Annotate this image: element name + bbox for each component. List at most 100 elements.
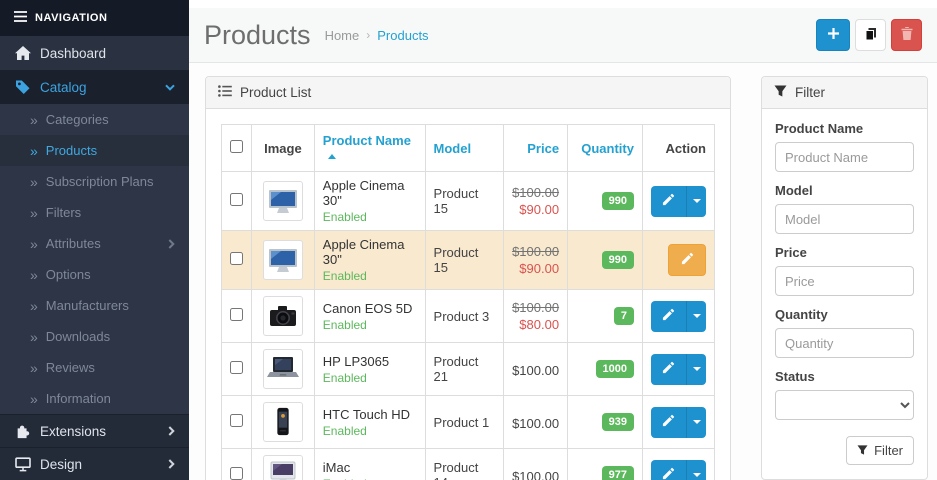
item-icon [14,423,31,439]
edit-button-active[interactable] [668,244,706,276]
product-list-header: Product List [206,77,730,109]
sidebar-subitem[interactable]: Reviews [0,352,189,383]
edit-button[interactable] [651,186,686,217]
item-label: Catalog [40,80,87,95]
pencil-icon [662,193,675,209]
product-price-old: $100.00 [512,185,559,200]
sidebar-subitem[interactable]: Downloads [0,321,189,352]
subitem-label: Filters [46,205,81,220]
breadcrumb-home-link[interactable]: Home [325,28,360,43]
sidebar-subitem[interactable]: Subscription Plans [0,166,189,197]
pencil-icon [662,308,675,324]
copy-button[interactable] [855,19,886,51]
list-icon [218,85,232,100]
product-price-old: $100.00 [512,300,559,315]
breadcrumb-products-link[interactable]: Products [377,28,428,43]
edit-button[interactable] [651,301,686,332]
sidebar-item[interactable]: Dashboard [0,36,189,70]
edit-button[interactable] [651,407,686,438]
sidebar-item[interactable]: Catalog [0,70,189,104]
filter-button[interactable]: Filter [846,436,914,465]
row-checkbox[interactable] [230,361,243,374]
dropdown-toggle-button[interactable] [686,301,706,332]
caret-down-icon [693,367,701,371]
status-select[interactable] [775,390,914,420]
sidebar-subitem[interactable]: Filters [0,197,189,228]
dropdown-toggle-button[interactable] [686,407,706,438]
filter-input[interactable] [775,266,914,296]
select-all-checkbox[interactable] [230,140,243,153]
table-row: HP LP3065 Enabled Product 21 $100.00 [222,343,715,396]
filter-field-label: Price [775,245,914,260]
filter-input[interactable] [775,142,914,172]
quantity-badge: 977 [602,466,634,480]
sidebar-subitem[interactable]: Manufacturers [0,290,189,321]
item-label: Design [40,457,82,472]
sidebar-header: NAVIGATION [0,0,189,36]
sidebar-subitem[interactable]: Attributes [0,228,189,259]
row-checkbox[interactable] [230,252,243,265]
funnel-icon [774,85,787,100]
caret-down-icon [693,420,701,424]
column-header-model[interactable]: Model [434,141,472,156]
subitem-label: Subscription Plans [46,174,154,189]
filter-field: Product Name [775,121,914,172]
quantity-badge: 990 [602,192,634,210]
edit-button[interactable] [651,460,686,480]
trash-icon [901,27,913,43]
row-checkbox[interactable] [230,193,243,206]
quantity-badge: 1000 [596,360,634,378]
product-status: Enabled [323,371,417,385]
filter-header: Filter [762,77,927,109]
row-checkbox[interactable] [230,414,243,427]
product-model: Product 15 [434,245,479,275]
sidebar-item[interactable]: Design [0,447,189,480]
filter-field-label: Quantity [775,307,914,322]
table-row: iMac Enabled Product 14 $100.00 [222,449,715,480]
dropdown-toggle-button[interactable] [686,186,706,217]
caret-down-icon [693,199,701,203]
product-thumbnail [263,240,303,280]
sidebar-top-menu: Dashboard Catalog [0,36,189,104]
edit-button[interactable] [651,354,686,385]
angle-double-right-icon [30,112,38,128]
sidebar-item[interactable]: Extensions [0,414,189,447]
filter-body: Product Name Model [762,109,927,479]
filter-panel: Filter Product Name Mod [761,76,928,480]
filter-field: Status [775,369,914,420]
filter-field-label: Status [775,369,914,384]
copy-icon [864,27,878,44]
filter-input[interactable] [775,328,914,358]
product-price-new: $80.00 [512,317,559,332]
chevron-icon [165,84,175,91]
product-name: HTC Touch HD [323,407,417,422]
angle-double-right-icon [30,267,38,283]
item-label: Dashboard [40,46,106,61]
sidebar-subitem[interactable]: Products [0,135,189,166]
sort-asc-icon [328,154,336,159]
table-row: HTC Touch HD Enabled Product 1 $100.00 [222,396,715,449]
page-title: Products [204,20,311,51]
delete-button[interactable] [891,19,922,51]
column-header-product-name[interactable]: Product Name [323,133,411,163]
product-status: Enabled [323,477,417,480]
sidebar-subitem[interactable]: Categories [0,104,189,135]
column-header-price[interactable]: Price [527,141,559,156]
column-header-quantity[interactable]: Quantity [581,141,634,156]
product-list-title: Product List [240,85,311,100]
product-model: Product 14 [434,460,479,480]
product-price-new: $90.00 [512,202,559,217]
product-price-old: $100.00 [512,244,559,259]
row-checkbox[interactable] [230,467,243,480]
filter-input[interactable] [775,204,914,234]
dropdown-toggle-button[interactable] [686,354,706,385]
dropdown-toggle-button[interactable] [686,460,706,480]
row-checkbox[interactable] [230,308,243,321]
sidebar-subitem[interactable]: Options [0,259,189,290]
product-thumbnail [263,349,303,389]
chevron-icon [168,426,175,436]
sidebar-subitem[interactable]: Information [0,383,189,414]
add-new-button[interactable] [816,19,850,51]
caret-down-icon [693,314,701,318]
item-icon [14,79,31,95]
